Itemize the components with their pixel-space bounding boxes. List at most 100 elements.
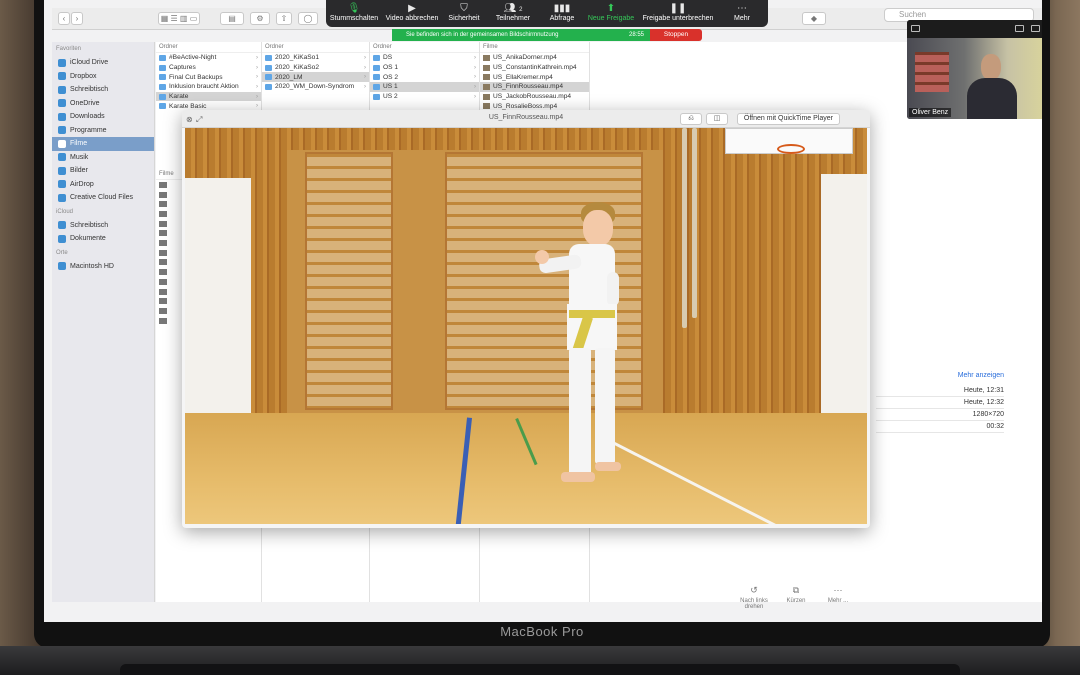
stop-label: Stoppen [663, 31, 689, 38]
list-item[interactable]: 2020_WM_Down-Syndrom › [262, 82, 369, 92]
folder-icon [373, 54, 380, 61]
ellipsis-icon: ⋯ [833, 585, 843, 595]
tag-icon[interactable]: ◯ [298, 12, 318, 25]
video-thumbnail-icon [159, 201, 167, 208]
gallery-icon[interactable] [1015, 25, 1024, 32]
list-item[interactable]: 2020_KiKaSo1 › [262, 53, 369, 63]
video-frame[interactable] [185, 128, 867, 524]
list-item[interactable]: US_JackobRousseau.mp4 [480, 92, 589, 102]
finder-sidebar: Favoriten iCloud Drive Dropbox Schreibtisc… [52, 42, 155, 602]
sidebar-item-creative-cloud-files[interactable]: Creative Cloud Files [52, 191, 154, 205]
sidebar-item-icloud-drive[interactable]: iCloud Drive [52, 56, 154, 70]
participants-button[interactable]: 👥︎ 2 Teilnehmer [490, 3, 536, 22]
trim-button[interactable]: ⧉ Kürzen [776, 585, 816, 604]
list-item[interactable]: Final Cut Backups › [156, 72, 261, 82]
more-button[interactable]: ⋯ Mehr [722, 3, 762, 22]
folder-icon [58, 112, 66, 121]
icloud-heading: iCloud [56, 208, 74, 215]
list-item[interactable]: OS 1 › [370, 63, 479, 73]
list-item[interactable]: US_AnikaDorner.mp4 [480, 53, 589, 63]
rotate-left-button[interactable]: ↺ Nach links drehen [734, 585, 774, 610]
list-item[interactable]: OS 2 › [370, 72, 479, 82]
folder-icon [373, 93, 380, 100]
list-item[interactable]: US_ConstantinKathrein.mp4 [480, 63, 589, 73]
wall-bars-left [305, 152, 393, 410]
open-with-quicktime-button[interactable]: Öffnen mit QuickTime Player [736, 113, 840, 125]
poll-button[interactable]: ▮▮▮ Abfrage [544, 3, 580, 22]
climbing-rope [682, 128, 687, 328]
sidebar-item-musik[interactable]: Musik [52, 151, 154, 165]
stop-share-button[interactable]: Stoppen [650, 29, 702, 41]
sidebar-item-schreibtisch[interactable]: Schreibtisch [52, 219, 154, 233]
sidebar-item-onedrive[interactable]: OneDrive [52, 97, 154, 111]
quicklook-titlebar: ⊗ ⤢ US_FinnRousseau.mp4 ⎌ ◫ Öffnen mit Q… [182, 110, 870, 128]
list-item[interactable]: 2020_KiKaSo2 › [262, 63, 369, 73]
zoom-self-view[interactable]: Oliver Benz [907, 20, 1042, 119]
sidebar-item-airdrop[interactable]: AirDrop [52, 178, 154, 192]
folder-icon [58, 180, 66, 189]
list-item[interactable]: Karate › [156, 91, 261, 102]
sidebar-item-schreibtisch[interactable]: Schreibtisch [52, 83, 154, 97]
list-item[interactable]: US_EllaKremer.mp4 [480, 72, 589, 82]
list-item[interactable]: US 1 › [370, 82, 479, 92]
file-info-panel: Mehr anzeigen Heute, 12:31 Heute, 12:32 … [876, 372, 1004, 452]
list-item[interactable]: US 2 › [370, 92, 479, 102]
forward-button[interactable]: › [71, 12, 83, 25]
shield-icon: ⛉ [460, 3, 468, 14]
speaker-view-icon[interactable] [1031, 25, 1040, 32]
share-status-banner: Sie befinden sich in der gemeinsamen Bil… [392, 29, 650, 41]
more-actions-label: Mehr ... [827, 598, 849, 604]
video-thumbnail-icon [159, 240, 167, 247]
gear-icon[interactable]: ⚙ [250, 12, 270, 25]
security-button[interactable]: ⛉ Sicherheit [444, 3, 484, 22]
sidebar-item-dokumente[interactable]: Dokumente [52, 232, 154, 246]
more-actions-button[interactable]: ⋯ Mehr ... [818, 585, 858, 604]
group-button[interactable]: ▤ [220, 12, 244, 25]
folder-icon [58, 262, 66, 271]
folder-icon [58, 126, 66, 135]
list-item[interactable]: Inklusion braucht Aktion › [156, 82, 261, 92]
video-thumbnail-icon [159, 249, 167, 256]
folder-icon [159, 64, 166, 71]
list-item-label: #BeActive-Night [169, 54, 217, 62]
chevron-right-icon: › [256, 54, 258, 61]
chevron-right-icon: › [474, 74, 476, 81]
back-button[interactable]: ‹ [58, 12, 70, 25]
more-icon: ⋯ [737, 3, 747, 14]
sidebar-item-filme[interactable]: Filme [52, 137, 154, 151]
pause-share-button[interactable]: ❚❚ Freigabe unterbrechen [640, 3, 716, 22]
list-item[interactable]: DS › [370, 53, 479, 63]
trim-icon[interactable]: ◫ [706, 113, 728, 125]
sidebar-item-downloads[interactable]: Downloads [52, 110, 154, 124]
sidebar-item-label: AirDrop [70, 180, 94, 188]
view-mode-buttons[interactable]: ▦ ☰ ▥ ▭ [158, 12, 200, 25]
karate-child [525, 200, 625, 500]
dropbox-icon[interactable]: ◆ [802, 12, 826, 25]
column-header: Ordner [370, 42, 479, 53]
list-item-label: 2020_KiKaSo1 [275, 54, 319, 62]
sidebar-item-macintosh-hd[interactable]: Macintosh HD [52, 260, 154, 274]
new-share-label: Neue Freigabe [587, 15, 635, 22]
list-item[interactable]: 2020_LM › [262, 72, 369, 83]
sidebar-item-label: Downloads [70, 113, 105, 121]
minimize-icon[interactable] [911, 25, 920, 32]
list-item[interactable]: #BeActive-Night › [156, 53, 261, 63]
door-panel [821, 174, 867, 420]
participant-name: Oliver Benz [909, 108, 952, 117]
rotate-icon[interactable]: ⎌ [680, 113, 702, 125]
list-item[interactable]: Captures › [156, 63, 261, 73]
new-share-button[interactable]: ⬆︎ Neue Freigabe [586, 3, 636, 22]
column-3-list: DS › OS 1 › OS 2 › US 1 › US 2 › [370, 53, 479, 101]
show-more-link[interactable]: Mehr anzeigen [876, 372, 1004, 385]
list-item-label: US_JackobRousseau.mp4 [493, 93, 572, 101]
info-duration: 00:32 [876, 421, 1004, 433]
share-icon[interactable]: ⇧ [276, 12, 292, 25]
icloud-list: Schreibtisch Dokumente [52, 219, 154, 246]
folder-icon [373, 74, 380, 81]
sidebar-item-programme[interactable]: Programme [52, 124, 154, 138]
mute-button[interactable]: 🎙︎ Stummschalten [328, 3, 380, 22]
sidebar-item-dropbox[interactable]: Dropbox [52, 70, 154, 84]
stop-video-button[interactable]: ▶︎ Video abbrechen [384, 3, 440, 22]
list-item[interactable]: US_FinnRousseau.mp4 [480, 82, 589, 92]
sidebar-item-bilder[interactable]: Bilder [52, 164, 154, 178]
